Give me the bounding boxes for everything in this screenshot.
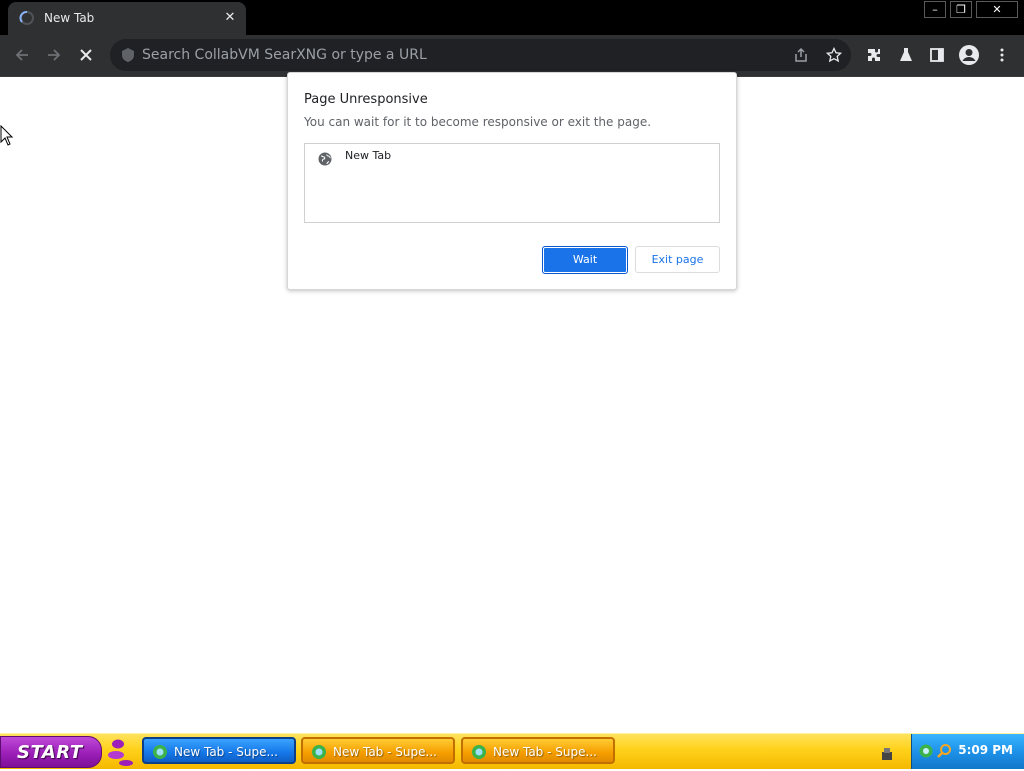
search-magnifier-icon[interactable]	[936, 743, 952, 759]
restore-button[interactable]: ❐	[950, 1, 972, 18]
profile-avatar-icon[interactable]	[958, 44, 980, 66]
close-window-button[interactable]: ✕	[976, 1, 1018, 18]
minimize-button[interactable]: –	[924, 1, 946, 18]
more-menu-icon[interactable]	[991, 44, 1013, 66]
dialog-title: Page Unresponsive	[304, 92, 428, 107]
labs-flask-icon[interactable]	[895, 44, 917, 66]
wait-button[interactable]: Wait	[542, 246, 628, 274]
omnibox-input[interactable]: Search CollabVM SearXNG or type a URL	[110, 39, 851, 71]
bookmark-star-icon[interactable]	[823, 44, 845, 66]
list-item[interactable]: New Tab	[345, 149, 391, 162]
ie-globe-icon	[311, 743, 327, 759]
loading-spinner-icon	[19, 10, 35, 26]
back-arrow-icon[interactable]	[11, 44, 33, 66]
tab-new-tab[interactable]: New Tab ✕	[8, 2, 246, 35]
forward-arrow-icon[interactable]	[43, 44, 65, 66]
taskbar: START New Tab - Supe... New Tab - Supe..…	[0, 733, 1024, 769]
browser-toolbar: Search CollabVM SearXNG or type a URL	[0, 35, 1024, 77]
exit-page-button[interactable]: Exit page	[635, 246, 720, 273]
unresponsive-page-list: New Tab	[304, 143, 720, 223]
taskbar-window-label: New Tab - Supe...	[493, 745, 597, 759]
share-icon[interactable]	[790, 44, 812, 66]
globe-icon	[318, 151, 332, 166]
system-tray: 5:09 PM	[911, 734, 1024, 769]
clock[interactable]: 5:09 PM	[958, 743, 1013, 757]
ie-globe-icon	[471, 743, 487, 759]
dialog-subtitle: You can wait for it to become responsive…	[304, 115, 652, 129]
ie-globe-icon	[152, 743, 168, 759]
site-info-icon[interactable]	[120, 47, 136, 63]
stop-loading-icon[interactable]	[75, 44, 97, 66]
mouse-pointer-icon	[0, 124, 14, 147]
extensions-icon[interactable]	[863, 44, 885, 66]
page-unresponsive-dialog: Page Unresponsive You can wait for it to…	[287, 72, 737, 290]
taskbar-window-label: New Tab - Supe...	[174, 745, 278, 759]
browser-titlebar: New Tab ✕ – ❐ ✕	[0, 0, 1024, 35]
taskbar-window-1[interactable]: New Tab - Supe...	[142, 737, 296, 764]
safely-remove-hardware-icon[interactable]	[881, 746, 893, 760]
omnibox-placeholder: Search CollabVM SearXNG or type a URL	[142, 47, 427, 63]
window-controls: – ❐ ✕	[924, 1, 1018, 18]
start-button[interactable]: START	[0, 736, 102, 768]
network-icon[interactable]	[918, 743, 934, 759]
taskbar-window-3[interactable]: New Tab - Supe...	[461, 737, 615, 764]
side-panel-icon[interactable]	[926, 44, 948, 66]
taskbar-window-2[interactable]: New Tab - Supe...	[301, 737, 455, 764]
tab-title: New Tab	[44, 11, 95, 25]
taskbar-window-label: New Tab - Supe...	[333, 745, 437, 759]
tab-close-icon[interactable]: ✕	[222, 10, 238, 26]
quick-launch-icon[interactable]	[106, 737, 134, 767]
